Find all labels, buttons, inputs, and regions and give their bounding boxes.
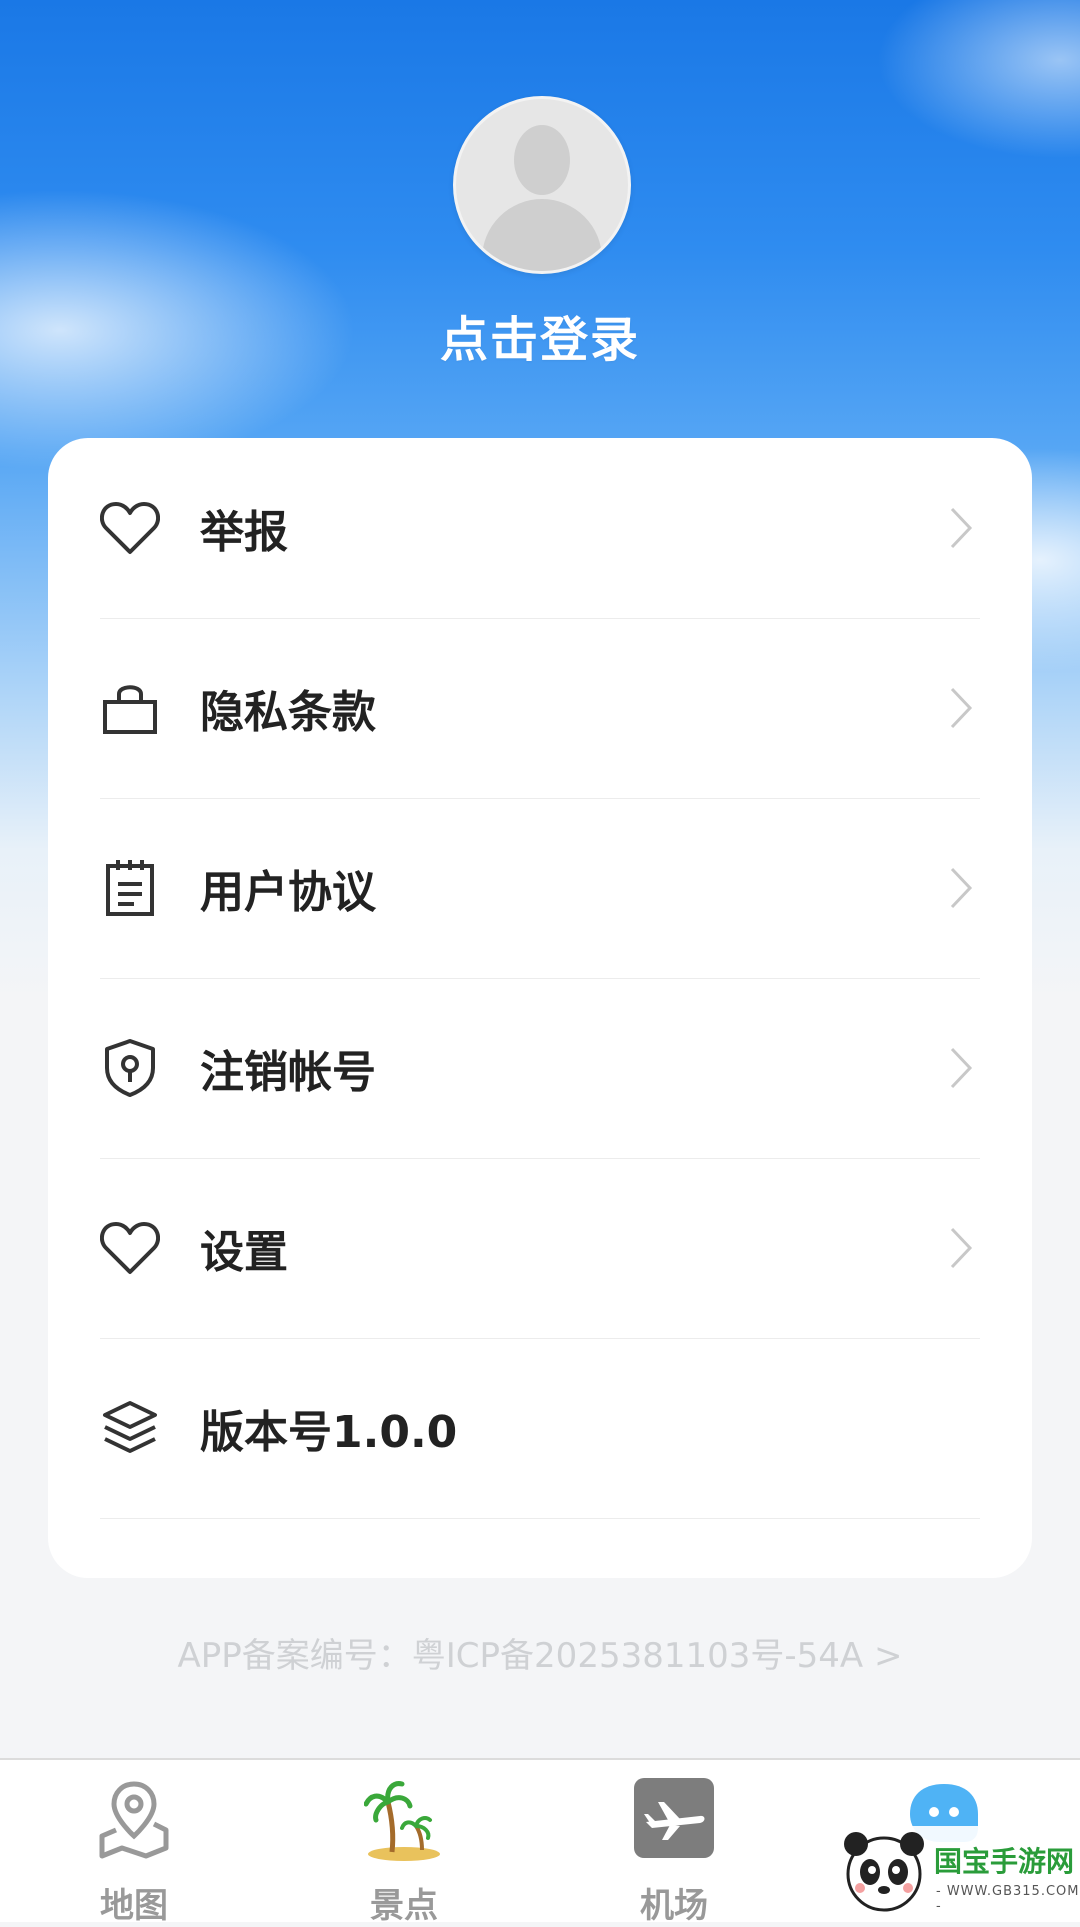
chevron-right-icon — [950, 507, 973, 549]
chevron-right-icon — [950, 687, 973, 729]
menu-item-user-agreement[interactable]: 用户协议 — [100, 798, 980, 979]
icp-record-link[interactable]: APP备案编号：粤ICP备2025381103号-54A > — [0, 1628, 1080, 1677]
tab-attractions[interactable]: 景点 — [314, 1778, 494, 1926]
menu-item-privacy[interactable]: 隐私条款 — [100, 618, 980, 799]
menu-item-report[interactable]: 举报 — [100, 438, 980, 619]
airplane-icon — [634, 1778, 714, 1858]
site-watermark: 国宝手游网 - WWW.GB315.COM - — [828, 1826, 1080, 1920]
tab-airport[interactable]: 机场 — [584, 1778, 764, 1926]
avatar-body-shape — [482, 199, 602, 271]
chevron-right-icon — [950, 1047, 973, 1089]
chevron-right-icon — [950, 867, 973, 909]
menu-item-version: 版本号1.0.0 — [100, 1338, 980, 1519]
watermark-url: - WWW.GB315.COM - — [936, 1884, 1080, 1914]
tab-map[interactable]: 地图 — [44, 1778, 224, 1926]
watermark-text: 国宝手游网 — [934, 1845, 1075, 1878]
menu-item-label: 举报 — [200, 507, 288, 558]
heart-icon — [100, 1218, 160, 1278]
notepad-icon — [100, 858, 160, 918]
layers-icon — [100, 1398, 160, 1458]
avatar[interactable] — [453, 96, 631, 274]
menu-item-label: 用户协议 — [200, 867, 376, 918]
menu-item-settings[interactable]: 设置 — [100, 1158, 980, 1339]
chevron-right-icon — [950, 1227, 973, 1269]
menu-item-label: 注销帐号 — [200, 1047, 376, 1098]
menu-item-label: 隐私条款 — [200, 687, 376, 738]
menu-item-delete-account[interactable]: 注销帐号 — [100, 978, 980, 1159]
menu-card: 举报 隐私条款 用户协议 注销帐号 设置 版本号1.0.0 — [48, 438, 1032, 1578]
heart-icon — [100, 498, 160, 558]
shield-icon — [100, 1038, 160, 1098]
palm-tree-icon — [364, 1781, 440, 1861]
avatar-head-shape — [514, 125, 570, 195]
version-label: 版本号1.0.0 — [200, 1407, 458, 1458]
login-button[interactable]: 点击登录 — [0, 300, 1080, 370]
menu-item-label: 设置 — [200, 1227, 288, 1278]
bag-icon — [100, 678, 160, 738]
map-pin-icon — [99, 1781, 169, 1859]
panda-logo-icon — [844, 1832, 924, 1912]
